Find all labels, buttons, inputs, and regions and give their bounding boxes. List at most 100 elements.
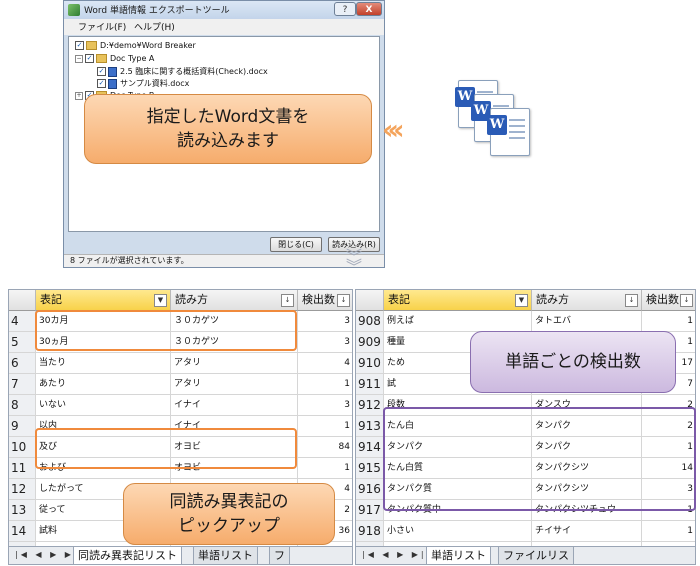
row-number: 4 xyxy=(9,311,36,331)
menu-file[interactable]: ファイル(F) xyxy=(78,20,126,33)
cell-count[interactable]: 84 xyxy=(298,437,352,457)
row-number: 913 xyxy=(356,416,384,436)
status-bar: 8 ファイルが選択されています。 xyxy=(64,254,384,267)
cell-count[interactable]: 3 xyxy=(298,395,352,415)
table-row[interactable]: 6 当たり アタリ 4 xyxy=(9,353,352,374)
tab-word-list[interactable]: 単語リスト xyxy=(426,547,491,564)
row-number: 14 xyxy=(9,521,36,541)
table-row[interactable]: 7 あたり アタリ 1 xyxy=(9,374,352,395)
table-row[interactable]: 8 いない イナイ 3 xyxy=(9,395,352,416)
row-header-corner xyxy=(9,290,36,311)
cell-notation[interactable]: 例えば xyxy=(384,311,532,331)
row-number: 915 xyxy=(356,458,384,478)
collapse-icon[interactable]: − xyxy=(75,54,83,63)
cell-count[interactable]: 1 xyxy=(298,458,352,478)
row-number: 10 xyxy=(9,437,36,457)
close-button[interactable]: 閉じる(C) xyxy=(270,237,322,252)
cell-notation[interactable]: 当たり xyxy=(36,353,171,373)
title-bar: Word 単語情報 エクスポートツール ? X xyxy=(64,1,384,19)
checkbox-icon[interactable]: ✓ xyxy=(85,54,94,63)
tree-node-doc-file[interactable]: ✓ サンプル資料.docx xyxy=(97,78,189,89)
chevron-left-icon: ‹‹‹ xyxy=(382,113,404,146)
row-number: 918 xyxy=(356,521,384,541)
row-number: 9 xyxy=(9,416,36,436)
checkbox-icon[interactable]: ✓ xyxy=(97,79,106,88)
cell-reading[interactable]: チイサイ xyxy=(532,521,642,541)
tab-word-list[interactable]: 単語リスト xyxy=(193,547,258,564)
dropdown-icon[interactable]: ▼ xyxy=(515,294,528,307)
column-header-notation[interactable]: 表記 ▼ xyxy=(36,290,171,311)
cell-count[interactable]: 1 xyxy=(298,416,352,436)
chevron-down-icon: ︾ ︾ xyxy=(345,247,362,276)
row-number: 8 xyxy=(9,395,36,415)
sort-icon[interactable]: ↓ xyxy=(625,294,638,307)
word-document-icon: W xyxy=(487,108,530,156)
cell-count[interactable]: 3 xyxy=(298,332,352,352)
column-header-count[interactable]: 検出数 ↓ xyxy=(298,290,352,311)
cell-reading[interactable]: イナイ xyxy=(171,395,298,415)
sort-icon[interactable]: ↓ xyxy=(337,294,350,307)
cell-count[interactable]: 1 xyxy=(642,311,695,331)
cell-count[interactable]: 1 xyxy=(642,521,695,541)
column-header-reading[interactable]: 読み方 ↓ xyxy=(532,290,642,311)
row-number: 916 xyxy=(356,479,384,499)
table-row[interactable]: 908 例えば タトエバ 1 xyxy=(356,311,695,332)
word-badge: W xyxy=(487,115,507,135)
dropdown-icon[interactable]: ▼ xyxy=(154,294,167,307)
word-doc-icon xyxy=(108,78,117,89)
tab-variant-list[interactable]: 同読み異表記リスト xyxy=(73,547,182,564)
cell-reading[interactable]: アタリ xyxy=(171,374,298,394)
column-header-count[interactable]: 検出数 ↓ xyxy=(642,290,695,311)
row-number: 914 xyxy=(356,437,384,457)
checkbox-icon[interactable]: ✓ xyxy=(75,41,84,50)
expand-icon[interactable]: + xyxy=(75,91,83,100)
load-callout: 指定したWord文書を 読み込みます xyxy=(84,94,372,164)
cell-count[interactable]: 1 xyxy=(298,374,352,394)
cell-reading[interactable]: タトエバ xyxy=(532,311,642,331)
table-row[interactable]: 918 小さい チイサイ 1 xyxy=(356,521,695,542)
tab-file-list[interactable]: フ xyxy=(269,547,290,564)
tree-node-doc-file[interactable]: ✓ 2.5 臨床に関する概括資料(Check).docx xyxy=(97,66,268,77)
row-number: 908 xyxy=(356,311,384,331)
callout-line: 指定したWord文書を xyxy=(146,107,310,127)
cell-count[interactable]: 3 xyxy=(298,311,352,331)
record-nav-icon[interactable]: |◀ ◀ ▶ ▶| xyxy=(362,550,427,559)
cell-notation[interactable]: いない xyxy=(36,395,171,415)
sort-icon[interactable]: ↓ xyxy=(680,294,693,307)
menu-bar: ファイル(F) ヘルプ(H) xyxy=(64,19,384,35)
tab-file-list[interactable]: ファイルリス xyxy=(498,547,574,564)
callout-line: 読み込みます xyxy=(177,131,279,151)
app-icon xyxy=(68,4,80,16)
menu-help[interactable]: ヘルプ(H) xyxy=(134,20,175,33)
tree-node-root[interactable]: ✓ D:¥demo¥Word Breaker xyxy=(75,40,196,51)
navigation-bar: |◀ ◀ ▶ ▶| 同読み異表記リスト 単語リスト フ xyxy=(9,546,352,564)
row-number: 13 xyxy=(9,500,36,520)
cell-notation[interactable]: 小さい xyxy=(384,521,532,541)
count-callout: 単語ごとの検出数 xyxy=(470,331,676,393)
word-doc-icon xyxy=(108,66,117,77)
row-number: 11 xyxy=(9,458,36,478)
close-window-button[interactable]: X xyxy=(356,2,382,16)
folder-icon xyxy=(96,54,107,63)
record-nav-icon[interactable]: |◀ ◀ ▶ ▶| xyxy=(15,550,80,559)
row-number: 917 xyxy=(356,500,384,520)
checkbox-icon[interactable]: ✓ xyxy=(97,67,106,76)
row-number: 5 xyxy=(9,332,36,352)
highlight-box xyxy=(35,428,297,469)
row-number: 12 xyxy=(9,479,36,499)
row-number: 909 xyxy=(356,332,384,352)
row-number: 6 xyxy=(9,353,36,373)
callout-line: 同読み異表記の xyxy=(169,492,289,512)
cell-reading[interactable]: アタリ xyxy=(171,353,298,373)
tree-node-doc-type-a[interactable]: − ✓ Doc Type A xyxy=(75,53,154,64)
sort-icon[interactable]: ↓ xyxy=(281,294,294,307)
column-header-notation[interactable]: 表記 ▼ xyxy=(384,290,532,311)
cell-count[interactable]: 4 xyxy=(298,353,352,373)
folder-icon xyxy=(86,41,97,50)
row-number: 912 xyxy=(356,395,384,415)
highlight-box xyxy=(35,310,297,351)
cell-notation[interactable]: あたり xyxy=(36,374,171,394)
help-button[interactable]: ? xyxy=(334,2,356,16)
column-header-reading[interactable]: 読み方 ↓ xyxy=(171,290,298,311)
callout-line: ピックアップ xyxy=(178,516,280,536)
